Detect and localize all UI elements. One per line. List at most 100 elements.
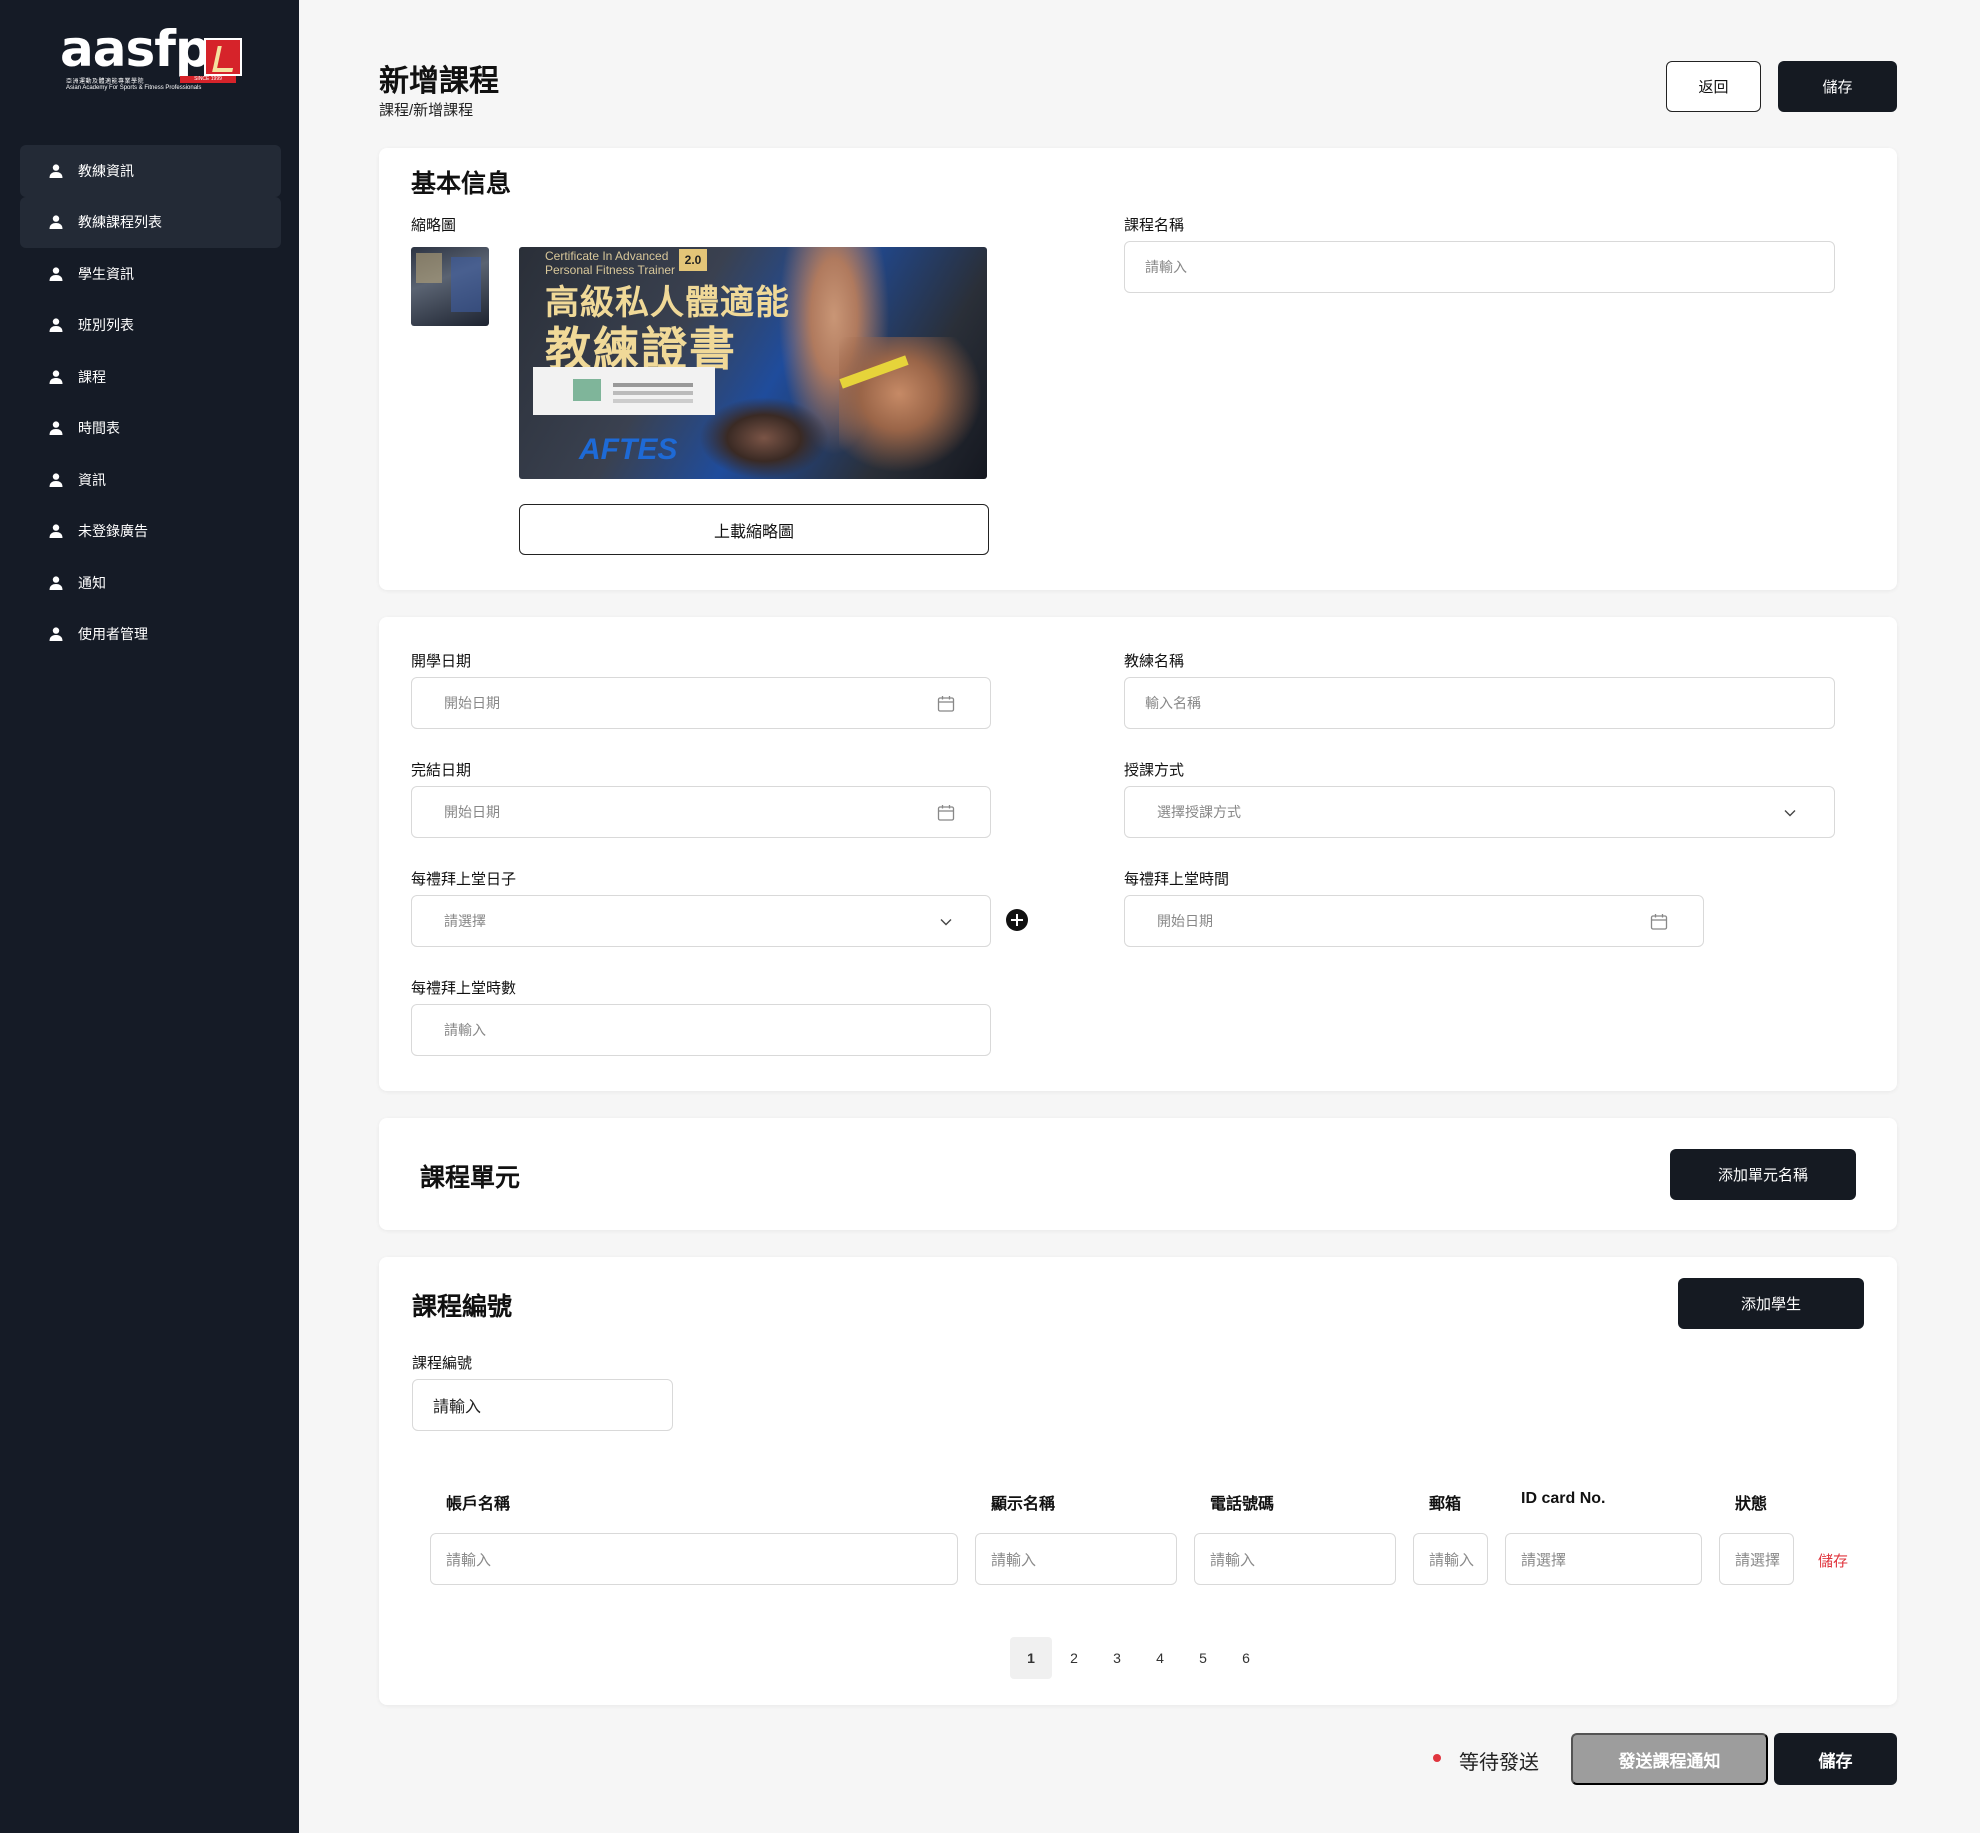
sidebar-nav: 教練資訊教練課程列表 學生資訊班別列表課程時間表資訊未登錄廣告通知使用者管理 bbox=[20, 145, 281, 660]
user-icon bbox=[49, 524, 63, 539]
course-units-card: 課程單元 添加單元名稱 bbox=[379, 1118, 1897, 1230]
user-icon bbox=[49, 421, 63, 436]
coach-name-label: 教練名稱 bbox=[1124, 653, 1185, 670]
page-button[interactable]: 3 bbox=[1096, 1637, 1138, 1679]
class-time-placeholder: 開始日期 bbox=[1157, 913, 1213, 929]
start-date-placeholder: 開始日期 bbox=[444, 695, 500, 711]
brand-logo[interactable]: aasfp 亞洲運動及體適能專業學院 SINCE 1999 Asian Acad… bbox=[60, 20, 244, 98]
chevron-down-icon bbox=[1784, 810, 1796, 817]
calendar-icon[interactable] bbox=[936, 803, 956, 823]
column-header-account[interactable]: 帳戶名稱 bbox=[446, 1490, 510, 1514]
page-button[interactable]: 2 bbox=[1053, 1637, 1095, 1679]
sidebar-item-label: 時間表 bbox=[78, 420, 120, 437]
sidebar-item-label: 班別列表 bbox=[78, 317, 134, 334]
course-name-input[interactable]: 請輸入 bbox=[1124, 241, 1835, 293]
page-button[interactable]: 1 bbox=[1010, 1637, 1052, 1679]
hours-label: 每禮拜上堂時數 bbox=[411, 980, 517, 997]
thumb-line1: Certificate In Advanced bbox=[545, 249, 669, 263]
pagination: 1 2 3 4 5 6 bbox=[1010, 1637, 1268, 1679]
add-weekday-icon[interactable] bbox=[1006, 909, 1028, 931]
status-dot-icon bbox=[1433, 1754, 1441, 1762]
weekday-placeholder: 請選擇 bbox=[444, 913, 486, 929]
status-select[interactable]: 請選擇 bbox=[1719, 1533, 1794, 1585]
page-title: 新增課程 bbox=[379, 65, 499, 98]
end-date-label: 完結日期 bbox=[411, 762, 472, 779]
add-unit-button[interactable]: 添加單元名稱 bbox=[1670, 1149, 1856, 1200]
sidebar-item-label: 課程 bbox=[78, 368, 106, 385]
logo-chinese-name: 亞洲運動及體適能專業學院 bbox=[66, 79, 145, 85]
send-notification-button[interactable]: 發送課程通知 bbox=[1571, 1733, 1768, 1785]
display-name-input[interactable]: 請輸入 bbox=[975, 1533, 1177, 1585]
sidebar-item[interactable]: 學生資訊 bbox=[20, 248, 281, 300]
logo-text: aasfp bbox=[60, 20, 211, 78]
user-icon bbox=[49, 267, 63, 281]
sidebar-item[interactable]: 時間表 bbox=[20, 403, 281, 455]
sidebar-item[interactable]: 課程 bbox=[20, 351, 281, 403]
course-units-title: 課程單元 bbox=[420, 1164, 521, 1192]
column-header-status[interactable]: 狀態 bbox=[1735, 1490, 1767, 1514]
user-icon bbox=[49, 318, 63, 333]
account-name-input[interactable]: 請輸入 bbox=[430, 1533, 958, 1585]
user-icon bbox=[49, 473, 63, 487]
id-card-select[interactable]: 請選擇 bbox=[1505, 1533, 1702, 1585]
row-save-link[interactable]: 儲存 bbox=[1818, 1550, 1848, 1571]
course-name-label: 課程名稱 bbox=[1124, 217, 1185, 234]
end-date-placeholder: 開始日期 bbox=[444, 804, 500, 820]
sidebar-item[interactable]: 教練資訊 bbox=[20, 145, 281, 197]
sidebar-item-label: 教練課程列表 bbox=[78, 214, 162, 231]
logo-english-name: Asian Academy For Sports & Fitness Profe… bbox=[66, 85, 202, 91]
thumb-brand: AFTES bbox=[579, 433, 678, 466]
course-code-input[interactable]: 請輸入 bbox=[412, 1379, 673, 1431]
sidebar-item-label: 未登錄廣告 bbox=[78, 523, 148, 540]
basic-info-title: 基本信息 bbox=[411, 170, 512, 198]
calendar-icon[interactable] bbox=[1649, 912, 1669, 932]
logo-badge-icon bbox=[204, 38, 242, 76]
sidebar-item[interactable]: 使用者管理 bbox=[20, 609, 281, 661]
sidebar-item-label: 通知 bbox=[78, 574, 106, 591]
coach-name-input[interactable]: 輸入名稱 bbox=[1124, 677, 1835, 729]
column-header-email[interactable]: 郵箱 bbox=[1429, 1490, 1461, 1514]
teaching-method-select[interactable]: 選擇授課方式 bbox=[1124, 786, 1835, 838]
end-date-input[interactable]: 開始日期 bbox=[411, 786, 991, 838]
course-code-title: 課程編號 bbox=[412, 1293, 513, 1321]
sidebar-item-label: 使用者管理 bbox=[78, 626, 148, 643]
thumb-figure bbox=[699, 397, 829, 479]
user-icon bbox=[49, 370, 63, 384]
start-date-input[interactable]: 開始日期 bbox=[411, 677, 991, 729]
column-header-display-name[interactable]: 顯示名稱 bbox=[991, 1490, 1055, 1514]
thumbnail-preview-small[interactable] bbox=[411, 247, 489, 326]
thumb-caption: Certificate In Advanced Personal Fitness … bbox=[545, 249, 675, 277]
sidebar-item[interactable]: 資訊 bbox=[20, 454, 281, 506]
column-header-phone[interactable]: 電話號碼 bbox=[1210, 1490, 1274, 1514]
add-student-button[interactable]: 添加學生 bbox=[1678, 1278, 1864, 1329]
email-input[interactable]: 請輸入 bbox=[1413, 1533, 1488, 1585]
page-button[interactable]: 5 bbox=[1182, 1637, 1224, 1679]
phone-input[interactable]: 請輸入 bbox=[1194, 1533, 1396, 1585]
upload-thumbnail-button[interactable]: 上載縮略圖 bbox=[519, 504, 989, 555]
thumb-badge: 2.0 bbox=[679, 249, 707, 271]
course-code-label: 課程編號 bbox=[412, 1355, 473, 1372]
teaching-method-placeholder: 選擇授課方式 bbox=[1157, 804, 1241, 820]
header-save-button[interactable]: 儲存 bbox=[1778, 61, 1897, 112]
class-time-input[interactable]: 開始日期 bbox=[1124, 895, 1704, 947]
back-button[interactable]: 返回 bbox=[1666, 61, 1761, 112]
page-button[interactable]: 4 bbox=[1139, 1637, 1181, 1679]
logo-since: SINCE 1999 bbox=[180, 76, 236, 83]
basic-info-card: 基本信息 縮略圖 Certificate In Advanced Personal… bbox=[379, 148, 1897, 590]
sidebar-item-label: 教練資訊 bbox=[78, 162, 134, 179]
calendar-icon[interactable] bbox=[936, 694, 956, 714]
sidebar-item-label: 學生資訊 bbox=[78, 265, 134, 282]
chevron-down-icon bbox=[940, 919, 952, 926]
page-button[interactable]: 6 bbox=[1225, 1637, 1267, 1679]
hours-input[interactable]: 請輸入 bbox=[411, 1004, 991, 1056]
footer-save-button[interactable]: 儲存 bbox=[1774, 1733, 1897, 1785]
weekday-select[interactable]: 請選擇 bbox=[411, 895, 991, 947]
class-time-label: 每禮拜上堂時間 bbox=[1124, 871, 1230, 888]
sidebar-item[interactable]: 班別列表 bbox=[20, 300, 281, 352]
breadcrumb[interactable]: 課程/新增課程 bbox=[379, 99, 473, 120]
sidebar-item[interactable]: 教練課程列表 bbox=[20, 196, 281, 248]
column-header-id-card[interactable]: ID card No. bbox=[1521, 1490, 1605, 1508]
thumbnail-label: 縮略圖 bbox=[411, 217, 457, 234]
sidebar-item[interactable]: 未登錄廣告 bbox=[20, 506, 281, 558]
sidebar-item[interactable]: 通知 bbox=[20, 557, 281, 609]
